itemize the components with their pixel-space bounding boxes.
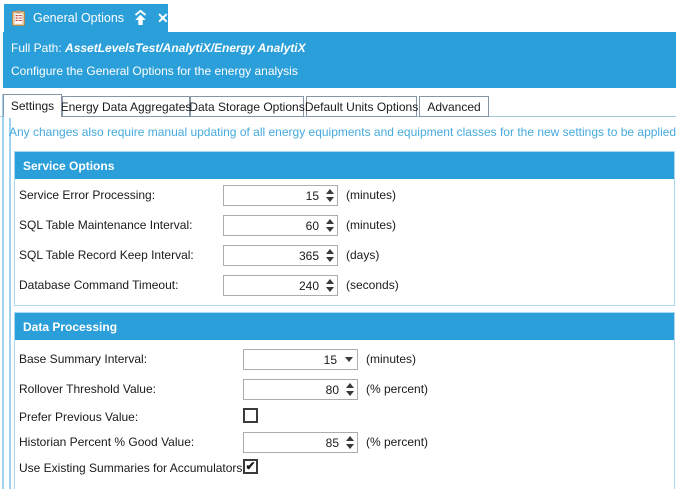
close-icon[interactable]: ✕	[157, 11, 169, 25]
spinner-down-icon[interactable]	[346, 391, 354, 396]
unit-label: (% percent)	[366, 432, 428, 453]
left-rail-inner	[9, 118, 11, 489]
full-path-line: Full Path: AssetLevelsTest/AnalytiX/Ener…	[11, 41, 676, 55]
general-options-screen: General Options ✕ Full Path: AssetLevels…	[0, 0, 676, 489]
service-options-group: Service Options Service Error Processing…	[14, 151, 675, 306]
service-error-processing-label: Service Error Processing:	[19, 185, 155, 206]
spinner-icon[interactable]	[343, 433, 357, 452]
spinner-icon[interactable]	[343, 380, 357, 399]
spinner-up-icon[interactable]	[346, 436, 354, 441]
full-path-label: Full Path:	[11, 41, 62, 55]
spinner-up-icon[interactable]	[326, 249, 334, 254]
spinner-up-icon[interactable]	[346, 383, 354, 388]
rollover-threshold-value-input[interactable]	[243, 379, 358, 400]
base-summary-interval-dropdown[interactable]	[243, 349, 358, 370]
data-processing-header: Data Processing	[15, 313, 674, 340]
unit-label: (% percent)	[366, 379, 428, 400]
spinner-up-icon[interactable]	[326, 189, 334, 194]
service-options-header: Service Options	[15, 152, 674, 179]
unit-label: (minutes)	[366, 349, 416, 370]
unit-label: (minutes)	[346, 215, 396, 236]
spinner-icon[interactable]	[323, 276, 337, 295]
prefer-previous-value-checkbox[interactable]: ✔	[243, 408, 258, 423]
unit-label: (seconds)	[346, 275, 399, 296]
spinner-down-icon[interactable]	[346, 444, 354, 449]
tab-default-units-options[interactable]: Default Units Options	[306, 96, 417, 117]
spinner-icon[interactable]	[323, 186, 337, 205]
document-tab-title: General Options	[33, 11, 124, 25]
use-existing-summaries-label: Use Existing Summaries for Accumulators:	[19, 461, 246, 475]
base-summary-interval-value[interactable]	[244, 350, 341, 369]
tab-data-storage-options[interactable]: Data Storage Options	[190, 96, 304, 117]
tab-advanced[interactable]: Advanced	[419, 96, 489, 117]
database-command-timeout-label: Database Command Timeout:	[19, 275, 178, 296]
spinner-up-icon[interactable]	[326, 279, 334, 284]
spinner-down-icon[interactable]	[326, 197, 334, 202]
sql-table-maintenance-interval-value[interactable]	[224, 216, 323, 235]
rollover-threshold-value[interactable]	[244, 380, 343, 399]
sql-table-maintenance-interval-input[interactable]	[223, 215, 338, 236]
database-command-timeout-input[interactable]	[223, 275, 338, 296]
tab-energy-data-aggregates[interactable]: Energy Data Aggregates	[62, 96, 190, 117]
service-error-processing-input[interactable]	[223, 185, 338, 206]
unit-label: (days)	[346, 245, 379, 266]
left-rail-outer	[2, 94, 4, 489]
sql-table-record-keep-interval-input[interactable]	[223, 245, 338, 266]
service-error-processing-value[interactable]	[224, 186, 323, 205]
promote-up-icon[interactable]	[132, 10, 149, 26]
use-existing-summaries-checkbox[interactable]: ✔	[243, 459, 258, 474]
spinner-icon[interactable]	[323, 246, 337, 265]
header-banner: Full Path: AssetLevelsTest/AnalytiX/Ener…	[3, 32, 676, 88]
sql-table-record-keep-interval-label: SQL Table Record Keep Interval:	[19, 245, 194, 266]
tab-settings[interactable]: Settings	[3, 94, 62, 117]
chevron-down-icon[interactable]	[341, 350, 357, 369]
data-processing-group: Data Processing Base Summary Interval: (…	[14, 312, 675, 489]
prefer-previous-value-label: Prefer Previous Value:	[19, 410, 138, 424]
check-icon: ✔	[245, 460, 255, 472]
historian-percent-good-value-label: Historian Percent % Good Value:	[19, 432, 194, 453]
historian-percent-good-value-input[interactable]	[243, 432, 358, 453]
historian-percent-good-value[interactable]	[244, 433, 343, 452]
rollover-threshold-value-label: Rollover Threshold Value:	[19, 379, 156, 400]
database-command-timeout-value[interactable]	[224, 276, 323, 295]
spinner-down-icon[interactable]	[326, 227, 334, 232]
sql-table-maintenance-interval-label: SQL Table Maintenance Interval:	[19, 215, 192, 236]
document-tab-general-options[interactable]: General Options ✕	[4, 4, 168, 32]
spinner-down-icon[interactable]	[326, 287, 334, 292]
unit-label: (minutes)	[346, 185, 396, 206]
base-summary-interval-label: Base Summary Interval:	[19, 349, 147, 370]
spinner-up-icon[interactable]	[326, 219, 334, 224]
screen-description: Configure the General Options for the en…	[11, 64, 676, 78]
spinner-down-icon[interactable]	[326, 257, 334, 262]
sql-table-record-keep-interval-value[interactable]	[224, 246, 323, 265]
full-path-value: AssetLevelsTest/AnalytiX/Energy AnalytiX	[65, 41, 306, 55]
settings-warning-text: Any changes also require manual updating…	[9, 125, 676, 139]
clipboard-icon	[12, 10, 25, 26]
spinner-icon[interactable]	[323, 216, 337, 235]
